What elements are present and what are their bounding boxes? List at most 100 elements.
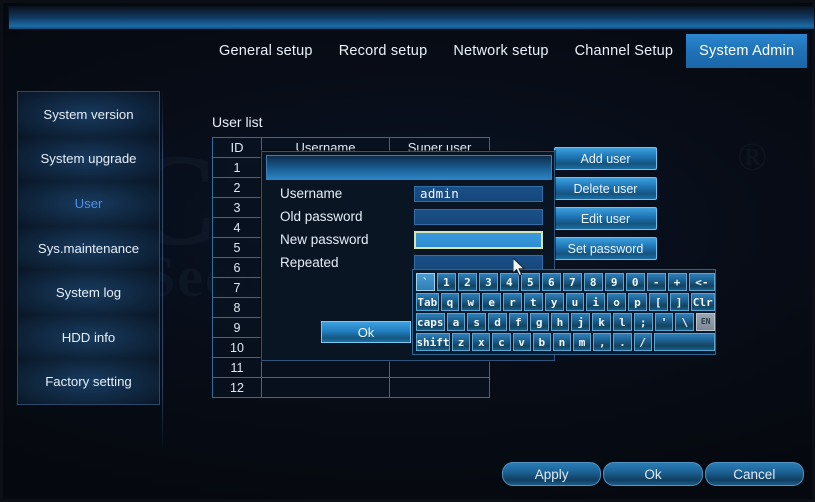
edit-user-button[interactable]: Edit user <box>554 207 657 230</box>
key-b[interactable]: b <box>532 333 551 351</box>
key-plus[interactable]: + <box>667 273 687 291</box>
user-action-buttons[interactable]: Add user Delete user Edit user Set password <box>554 147 657 267</box>
row-id: 10 <box>212 337 262 358</box>
key-ltminus[interactable]: <- <box>688 273 716 291</box>
tab-network-setup[interactable]: Network setup <box>440 34 561 68</box>
key-u[interactable]: u <box>565 293 585 311</box>
key-3[interactable]: 3 <box>478 273 498 291</box>
key-caps[interactable]: caps <box>416 313 445 331</box>
keyboard-row: Tab q w e r t y u i o p[] Clr <box>416 293 715 311</box>
key-o[interactable]: o <box>607 293 627 311</box>
key-m[interactable]: m <box>573 333 592 351</box>
username-input[interactable]: admin <box>414 185 543 202</box>
key-y[interactable]: y <box>544 293 564 311</box>
key-x[interactable]: x <box>472 333 491 351</box>
row-id: 1 <box>212 157 262 178</box>
virtual-keyboard[interactable]: ` 1 2 3 4 5 6 7 8 9 0- + <- Tab q w e r t y u i o p[] Clr caps a s d… <box>412 269 716 355</box>
key-l[interactable]: l <box>613 313 632 331</box>
label-new-password: New password <box>280 232 369 247</box>
ok-button[interactable]: Ok <box>603 462 703 486</box>
new-password-input[interactable] <box>414 230 543 249</box>
key-p[interactable]: p <box>628 293 647 311</box>
tab-record-setup[interactable]: Record setup <box>326 34 441 68</box>
key-backtick[interactable]: ` <box>416 273 435 291</box>
delete-user-button[interactable]: Delete user <box>554 177 657 200</box>
sidebar-item-system-log[interactable]: System log <box>18 270 159 315</box>
sidebar-item-factory-setting[interactable]: Factory setting <box>18 359 159 405</box>
key-1[interactable]: 1 <box>436 273 456 291</box>
key-a[interactable]: a <box>446 313 466 331</box>
key-8[interactable]: 8 <box>583 273 603 291</box>
key-2[interactable]: 2 <box>457 273 477 291</box>
row-id: 4 <box>212 217 262 238</box>
tab-general-setup[interactable]: General setup <box>206 34 326 68</box>
user-list-title: User list <box>212 114 263 130</box>
old-password-input[interactable] <box>414 208 543 225</box>
sidebar-item-system-upgrade[interactable]: System upgrade <box>18 136 159 182</box>
key-slash[interactable]: / <box>633 333 652 351</box>
key-z[interactable]: z <box>452 333 471 351</box>
cancel-button[interactable]: Cancel <box>704 462 804 486</box>
row-id: 12 <box>212 377 262 398</box>
row-id: 9 <box>212 317 262 338</box>
key-backslash[interactable]: \ <box>675 313 695 331</box>
key-n[interactable]: n <box>552 333 572 351</box>
key-6[interactable]: 6 <box>541 273 561 291</box>
set-password-button[interactable]: Set password <box>554 237 657 260</box>
key-g[interactable]: g <box>529 313 549 331</box>
key-comma[interactable]: , <box>593 333 612 351</box>
key-semicolon[interactable]: ; <box>633 313 653 331</box>
key-w[interactable]: w <box>461 293 481 311</box>
key-h[interactable]: h <box>550 313 570 331</box>
sidebar-menu[interactable]: System version System upgrade User Sys.main… <box>17 91 160 405</box>
key-5[interactable]: 5 <box>520 273 540 291</box>
key-s[interactable]: s <box>467 313 487 331</box>
add-user-button[interactable]: Add user <box>554 147 657 170</box>
sidebar-item-user[interactable]: User <box>18 181 159 226</box>
key-shift[interactable]: shift <box>416 333 450 351</box>
key-7[interactable]: 7 <box>562 273 582 291</box>
label-old-password: Old password <box>280 209 363 224</box>
dialog-titlebar <box>266 155 552 180</box>
dialog-field-row: New password <box>262 228 554 251</box>
tab-system-admin[interactable]: System Admin <box>686 34 808 68</box>
key-tab[interactable]: Tab <box>416 293 439 311</box>
apply-button[interactable]: Apply <box>502 462 602 486</box>
key-0[interactable]: 0 <box>625 273 645 291</box>
key-en[interactable]: EN <box>696 313 716 331</box>
key-clr[interactable]: Clr <box>690 293 715 311</box>
sidebar-item-system-version[interactable]: System version <box>18 92 159 137</box>
row-id: 8 <box>212 297 262 318</box>
dialog-ok-button[interactable]: Ok <box>321 321 411 343</box>
sidebar-divider <box>162 89 163 449</box>
key-i[interactable]: i <box>586 293 606 311</box>
key-r[interactable]: r <box>503 293 522 311</box>
row-id: 11 <box>212 357 262 378</box>
window-titlebar <box>8 6 815 30</box>
key-v[interactable]: v <box>512 333 531 351</box>
key-9[interactable]: 9 <box>604 273 624 291</box>
key-lbracket[interactable]: [ <box>648 293 668 311</box>
key-minus[interactable]: - <box>646 273 666 291</box>
key-q[interactable]: q <box>440 293 460 311</box>
key-k[interactable]: k <box>592 313 611 331</box>
key-rbracket[interactable]: ] <box>669 293 689 311</box>
sidebar-item-sys-maintenance[interactable]: Sys.maintenance <box>18 225 159 271</box>
key-c[interactable]: c <box>492 333 511 351</box>
key-f[interactable]: f <box>508 313 528 331</box>
key-4[interactable]: 4 <box>499 273 519 291</box>
key-d[interactable]: d <box>488 313 507 331</box>
main-nav-tabs[interactable]: General setup Record setup Network setup Ch… <box>206 34 808 68</box>
key-t[interactable]: t <box>523 293 543 311</box>
key-space[interactable] <box>653 333 716 351</box>
row-username <box>261 377 390 398</box>
key-period[interactable]: . <box>613 333 632 351</box>
table-row[interactable]: 12 <box>212 377 490 398</box>
key-quote[interactable]: ' <box>654 313 674 331</box>
key-j[interactable]: j <box>571 313 591 331</box>
tab-channel-setup[interactable]: Channel Setup <box>562 34 687 68</box>
sidebar-item-hdd-info[interactable]: HDD info <box>18 314 159 360</box>
footer-buttons[interactable]: Apply Ok Cancel <box>502 462 804 486</box>
label-repeated: Repeated <box>280 255 339 270</box>
key-e[interactable]: e <box>482 293 502 311</box>
